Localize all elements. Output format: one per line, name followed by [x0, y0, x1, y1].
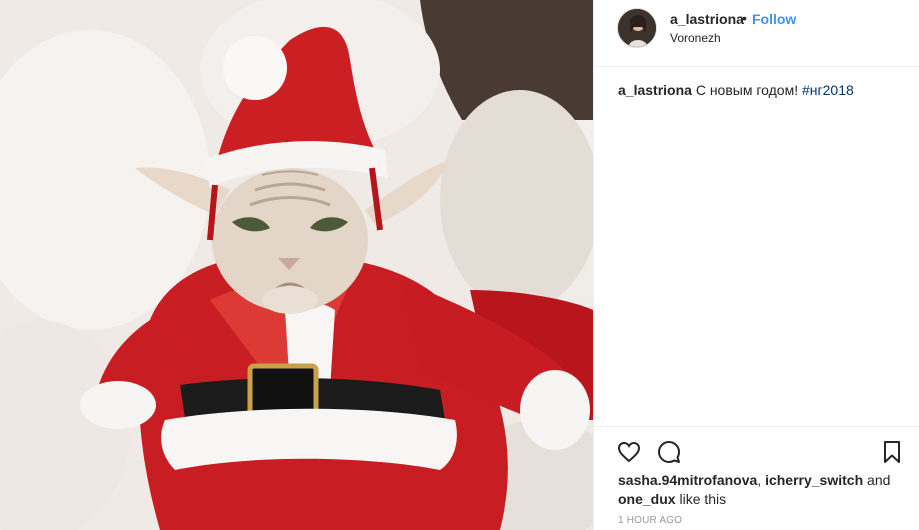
liker-2[interactable]: icherry_switch [765, 472, 863, 488]
cat-santa-illustration [0, 0, 593, 530]
like-button[interactable] [617, 440, 641, 464]
liker-1[interactable]: sasha.94mitrofanova [618, 472, 757, 488]
likes-suffix: like this [679, 491, 727, 507]
follow-button[interactable]: Follow [752, 11, 796, 27]
post-timestamp[interactable]: 1 HOUR AGO [618, 515, 682, 526]
avatar[interactable] [617, 8, 657, 48]
post-header: a_lastriona • Follow Voronezh [594, 0, 919, 67]
bookmark-outline-icon [884, 441, 900, 463]
caption-hashtag[interactable]: #нг2018 [802, 82, 854, 98]
comment-button[interactable] [657, 440, 681, 464]
save-button[interactable] [880, 440, 904, 464]
instagram-post: a_lastriona • Follow Voronezh a_lastrion… [0, 0, 919, 530]
caption-text: С новым годом! [695, 82, 799, 98]
liker-3[interactable]: one_dux [618, 491, 676, 507]
likes-and: and [867, 472, 891, 488]
actions-divider [594, 426, 919, 427]
header-username[interactable]: a_lastriona [670, 11, 744, 27]
avatar-image [618, 9, 656, 47]
caption-username[interactable]: a_lastriona [618, 82, 692, 98]
header-separator: • [742, 10, 747, 26]
post-photo[interactable] [0, 0, 593, 530]
post-caption: a_lastriona С новым годом! #нг2018 [618, 81, 904, 99]
location-link[interactable]: Voronezh [670, 31, 721, 45]
likes-summary: sasha.94mitrofanova, icherry_switch and … [618, 471, 904, 509]
heart-outline-icon [617, 441, 641, 463]
likes-separator: , [757, 472, 762, 488]
post-sidebar: a_lastriona • Follow Voronezh a_lastrion… [593, 0, 919, 530]
speech-bubble-icon [658, 441, 680, 463]
